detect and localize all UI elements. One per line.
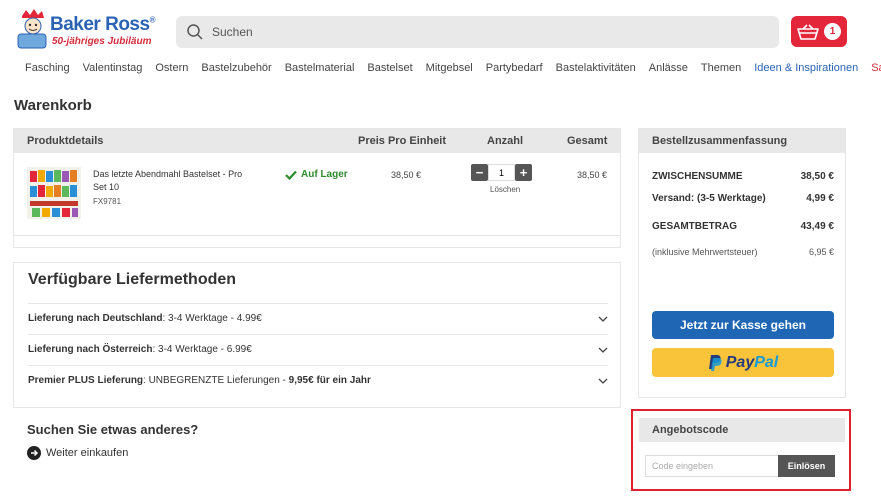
unit-price: 38,50 €	[391, 170, 422, 180]
paypal-button[interactable]: PayPal	[652, 348, 834, 377]
col-unit-price: Preis Pro Einheit	[358, 135, 447, 147]
total-row: GESAMTBETRAG 43,49 €	[652, 221, 834, 232]
shipping-row: Versand: (3-5 Werktage) 4,99 €	[652, 193, 834, 204]
summary-title: Bestellzusammenfassung	[639, 129, 845, 153]
redeem-button[interactable]: Einlösen	[778, 455, 835, 477]
paypal-logo-icon	[708, 355, 722, 371]
nav-item-bastelmaterial[interactable]: Bastelmaterial	[285, 62, 355, 74]
check-icon	[285, 170, 297, 180]
total-value: 43,49 €	[800, 221, 834, 232]
delivery-title: Verfügbare Liefermethoden	[28, 271, 237, 288]
other-title: Suchen Sie etwas anderes?	[27, 422, 199, 437]
nav-item-partybedarf[interactable]: Partybedarf	[486, 62, 543, 74]
paypal-wordmark: PayPal	[725, 353, 779, 371]
nav-item-fasching[interactable]: Fasching	[25, 62, 70, 74]
chevron-down-icon[interactable]	[598, 345, 608, 355]
delivery-methods: Verfügbare Liefermethoden Lieferung nach…	[13, 262, 621, 408]
nav-item-valentinstag[interactable]: Valentinstag	[83, 62, 143, 74]
vat-label: (inklusive Mehrwertsteuer)	[652, 247, 758, 257]
shipping-value: 4,99 €	[806, 193, 834, 204]
col-total: Gesamt	[567, 135, 608, 147]
nav-item-themen[interactable]: Themen	[701, 62, 741, 74]
col-product: Produktdetails	[27, 135, 104, 147]
stock-status: Auf Lager	[285, 169, 348, 180]
shipping-label: Versand: (3-5 Werktage)	[652, 193, 766, 204]
product-name[interactable]: Das letzte Abendmahl Bastelset - Pro Set…	[93, 168, 243, 194]
line-total: 38,50 €	[577, 170, 608, 180]
chevron-down-icon[interactable]	[598, 314, 608, 324]
increase-quantity-button[interactable]: +	[515, 164, 532, 181]
checkout-button[interactable]: Jetzt zur Kasse gehen	[652, 311, 834, 339]
continue-shopping-label: Weiter einkaufen	[46, 447, 129, 459]
subtotal-label: ZWISCHENSUMME	[652, 171, 743, 182]
delivery-row-premier[interactable]: Premier PLUS Lieferung: UNBEGRENZTE Lief…	[28, 365, 608, 395]
search-input[interactable]	[212, 25, 752, 39]
divider	[14, 235, 620, 236]
total-label: GESAMTBETRAG	[652, 221, 737, 232]
delivery-text: Lieferung nach Österreich: 3-4 Werktage …	[28, 344, 252, 355]
product-thumbnail[interactable]	[27, 167, 81, 219]
stock-label: Auf Lager	[301, 169, 348, 180]
delivery-row-germany[interactable]: Lieferung nach Deutschland: 3-4 Werktage…	[28, 303, 608, 333]
logo-name: Baker Ross®	[50, 14, 156, 35]
nav-item-bastelset[interactable]: Bastelset	[367, 62, 412, 74]
arrow-right-circle-icon	[27, 446, 41, 460]
product-sku: FX9781	[93, 197, 122, 206]
subtotal-row: ZWISCHENSUMME 38,50 €	[652, 171, 834, 182]
promo-code-input[interactable]	[645, 455, 779, 477]
cart-table-header: Produktdetails Preis Pro Einheit Anzahl …	[14, 129, 620, 153]
decrease-quantity-button[interactable]: −	[471, 164, 488, 181]
nav-item-ideen[interactable]: Ideen & Inspirationen	[754, 62, 858, 74]
main-nav: Fasching Valentinstag Ostern Bastelzubeh…	[25, 62, 881, 74]
search-icon	[187, 24, 203, 40]
chevron-down-icon[interactable]	[598, 376, 608, 386]
vat-row: (inklusive Mehrwertsteuer) 6,95 €	[652, 247, 834, 257]
quantity-input[interactable]	[488, 164, 515, 181]
remove-item-link[interactable]: Löschen	[490, 185, 520, 194]
cart-table: Produktdetails Preis Pro Einheit Anzahl …	[13, 128, 621, 248]
cart-count-badge: 1	[824, 23, 841, 40]
page-title: Warenkorb	[14, 97, 92, 114]
logo[interactable]: Baker Ross® 50-jähriges Jubiläum	[14, 8, 156, 52]
search-bar[interactable]	[176, 16, 779, 48]
continue-shopping-link[interactable]: Weiter einkaufen	[27, 446, 128, 460]
col-quantity: Anzahl	[487, 135, 524, 147]
nav-item-sale[interactable]: Sale	[871, 62, 881, 74]
nav-item-bastelzubehoer[interactable]: Bastelzubehör	[201, 62, 271, 74]
nav-item-anlaesse[interactable]: Anlässe	[649, 62, 688, 74]
promo-title: Angebotscode	[639, 418, 845, 442]
delivery-text: Premier PLUS Lieferung: UNBEGRENZTE Lief…	[28, 375, 371, 386]
cart-button[interactable]: 1	[791, 16, 847, 47]
basket-icon	[797, 23, 819, 40]
nav-item-bastelaktivitaeten[interactable]: Bastelaktivitäten	[556, 62, 636, 74]
subtotal-value: 38,50 €	[800, 171, 834, 182]
logo-mascot-icon	[17, 9, 47, 49]
promo-code-panel: Angebotscode Einlösen	[639, 418, 845, 482]
order-summary: Bestellzusammenfassung ZWISCHENSUMME 38,…	[638, 128, 846, 398]
logo-anniversary: 50-jähriges Jubiläum	[52, 36, 152, 47]
nav-item-mitgebsel[interactable]: Mitgebsel	[426, 62, 473, 74]
quantity-stepper: − +	[471, 164, 532, 181]
nav-item-ostern[interactable]: Ostern	[155, 62, 188, 74]
vat-value: 6,95 €	[808, 247, 834, 257]
delivery-text: Lieferung nach Deutschland: 3-4 Werktage…	[28, 313, 262, 324]
delivery-row-austria[interactable]: Lieferung nach Österreich: 3-4 Werktage …	[28, 334, 608, 364]
